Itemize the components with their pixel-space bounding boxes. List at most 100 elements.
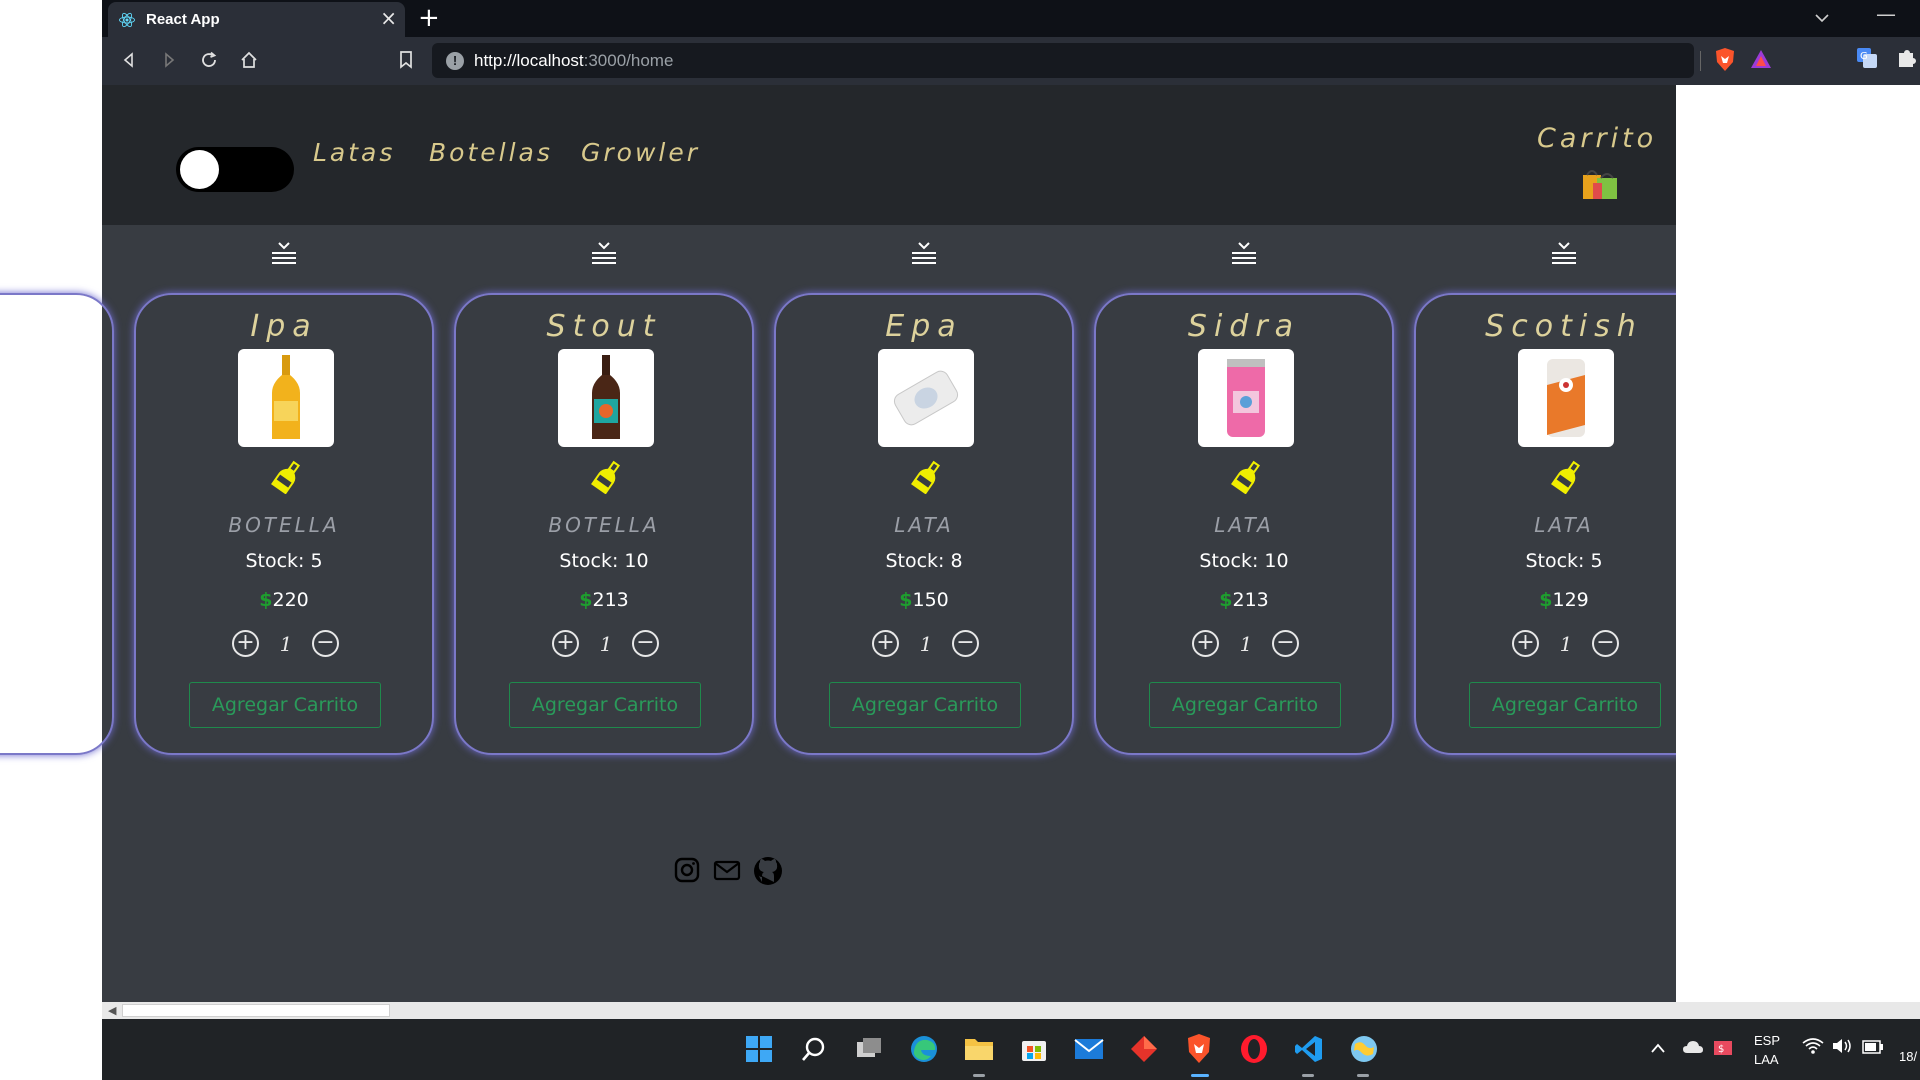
product-type: LATA <box>1534 513 1594 537</box>
collapse-arrow-icon[interactable] <box>589 240 619 270</box>
app-tray-icon[interactable]: $ <box>1712 1037 1734 1061</box>
beer-bottle-icon <box>1550 460 1584 498</box>
add-to-cart-button[interactable]: Agregar Carrito <box>1469 682 1661 728</box>
vscode-running-indicator <box>1302 1074 1314 1077</box>
add-to-cart-button[interactable]: Agregar Carrito <box>829 682 1021 728</box>
clock-date-partial[interactable]: 18/ <box>1899 1049 1917 1064</box>
windows-taskbar: $ ESP LAA 18/ <box>102 1019 1920 1080</box>
desktop-screen: React App × + — ! http://localhost:3000/… <box>0 0 1920 1080</box>
translate-icon[interactable]: G <box>1856 47 1878 73</box>
product-price: $213 <box>1096 589 1392 611</box>
nav-link-latas[interactable]: Latas <box>313 138 395 167</box>
edge-browser-icon[interactable] <box>907 1032 941 1066</box>
decrease-quantity-button[interactable]: − <box>312 630 339 657</box>
battery-icon[interactable] <box>1862 1039 1884 1058</box>
cart-link[interactable]: Carrito <box>1537 123 1657 154</box>
increase-quantity-button[interactable]: + <box>1192 630 1219 657</box>
product-name: Ipa <box>250 309 318 344</box>
quantity-stepper: +1− <box>552 630 660 660</box>
product-stock: Stock: 5 <box>245 550 323 572</box>
product-card: Ipa BOTELLA Stock: 5 $220 +1− Agregar Carrito <box>134 293 434 755</box>
home-icon[interactable] <box>236 47 262 73</box>
price-value: 150 <box>912 589 949 611</box>
collapse-arrow-icon[interactable] <box>1229 240 1259 270</box>
onedrive-cloud-icon[interactable] <box>1682 1039 1704 1058</box>
add-to-cart-button[interactable]: Agregar Carrito <box>509 682 701 728</box>
microsoft-store-icon[interactable] <box>1017 1032 1051 1066</box>
bookmark-icon[interactable] <box>393 47 419 73</box>
decrease-quantity-button[interactable]: − <box>952 630 979 657</box>
increase-quantity-button[interactable]: + <box>1512 630 1539 657</box>
dollar-icon: $ <box>1219 589 1233 611</box>
git-diamond-icon[interactable] <box>1127 1032 1161 1066</box>
product-type: LATA <box>1214 513 1274 537</box>
tab-close-icon[interactable]: × <box>380 8 397 28</box>
product-name: Scotish <box>1485 309 1643 344</box>
start-windows-icon[interactable] <box>742 1032 776 1066</box>
horizontal-scrollbar[interactable]: ◀ <box>102 1002 1920 1019</box>
nav-link-growler[interactable]: Growler <box>581 138 700 167</box>
increase-quantity-button[interactable]: + <box>552 630 579 657</box>
tab-react-app[interactable]: React App × <box>108 2 405 37</box>
address-bar[interactable]: ! http://localhost:3000/home <box>432 43 1771 78</box>
svg-text:$: $ <box>1718 1044 1724 1055</box>
beer-bottle-icon <box>1230 460 1264 498</box>
increase-quantity-button[interactable]: + <box>232 630 259 657</box>
quantity-value: 1 <box>1239 632 1253 656</box>
brave-rewards-icon[interactable] <box>1750 49 1772 73</box>
collapse-arrow-icon[interactable] <box>269 240 299 270</box>
instagram-icon[interactable] <box>672 855 702 885</box>
beer-bottle-icon <box>270 460 304 498</box>
vscode-icon[interactable] <box>1292 1032 1326 1066</box>
product-card: Scotish LATA Stock: 5 $129 +1− Agregar Carrit… <box>1414 293 1714 755</box>
paint-globe-icon[interactable] <box>1347 1032 1381 1066</box>
paint-running-indicator <box>1357 1074 1369 1077</box>
nav-link-botellas[interactable]: Botellas <box>429 138 553 167</box>
mail-icon[interactable] <box>712 855 742 885</box>
github-icon[interactable] <box>752 855 784 887</box>
url-path: :3000/home <box>583 50 674 70</box>
collapse-arrow-icon[interactable] <box>1549 240 1579 270</box>
product-stock: Stock: 10 <box>559 550 649 572</box>
increase-quantity-button[interactable]: + <box>872 630 899 657</box>
brave-shield-icon[interactable] <box>1714 47 1736 77</box>
site-info-icon[interactable]: ! <box>446 51 464 70</box>
file-explorer-icon[interactable] <box>962 1032 996 1066</box>
window-minimize-button[interactable]: — <box>1876 2 1896 26</box>
pink-can-icon <box>1198 349 1294 447</box>
mail-app-icon[interactable] <box>1072 1032 1106 1066</box>
collapse-arrow-icon[interactable] <box>909 240 939 270</box>
new-tab-button[interactable]: + <box>418 4 440 32</box>
decrease-quantity-button[interactable]: − <box>1272 630 1299 657</box>
url-divider <box>1700 51 1701 71</box>
add-to-cart-button[interactable]: Agregar Carrito <box>1149 682 1341 728</box>
theme-toggle[interactable] <box>176 147 294 192</box>
product-type: BOTELLA <box>228 513 340 537</box>
reload-icon[interactable] <box>196 47 222 73</box>
dollar-icon: $ <box>1539 589 1553 611</box>
language-top[interactable]: ESP <box>1754 1033 1780 1048</box>
wifi-icon[interactable] <box>1802 1037 1824 1059</box>
language-bottom[interactable]: LAA <box>1754 1052 1779 1067</box>
extensions-puzzle-icon[interactable] <box>1896 47 1918 73</box>
add-to-cart-button[interactable]: Agregar Carrito <box>189 682 381 728</box>
tab-search-chevron-icon[interactable] <box>1814 8 1830 27</box>
quantity-value: 1 <box>919 632 933 656</box>
search-icon[interactable] <box>797 1032 831 1066</box>
brave-browser-icon[interactable] <box>1182 1032 1216 1066</box>
quantity-value: 1 <box>599 632 613 656</box>
decrease-quantity-button[interactable]: − <box>632 630 659 657</box>
opera-icon[interactable] <box>1237 1032 1271 1066</box>
horizontal-scroll-thumb[interactable] <box>122 1004 390 1017</box>
task-view-icon[interactable] <box>852 1032 886 1066</box>
product-type: LATA <box>894 513 954 537</box>
product-price: $213 <box>456 589 752 611</box>
volume-icon[interactable] <box>1832 1037 1854 1059</box>
forward-icon[interactable] <box>156 47 182 73</box>
scroll-left-icon[interactable]: ◀ <box>108 1004 116 1017</box>
back-icon[interactable] <box>116 47 142 73</box>
shopping-bags-icon[interactable] <box>1580 165 1620 205</box>
show-hidden-icons-chevron[interactable] <box>1650 1039 1666 1058</box>
svg-text:G: G <box>1860 51 1868 62</box>
decrease-quantity-button[interactable]: − <box>1592 630 1619 657</box>
